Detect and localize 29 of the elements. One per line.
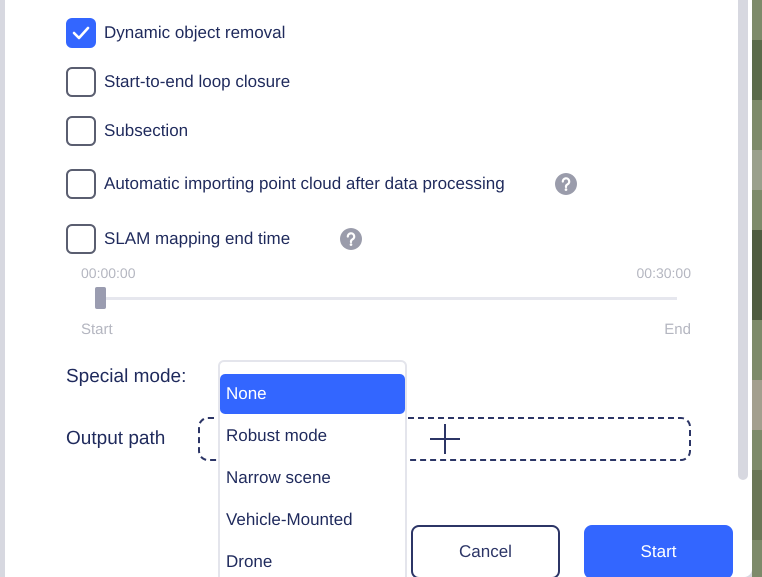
- dropdown-item[interactable]: Vehicle-Mounted: [220, 500, 405, 540]
- help-icon[interactable]: [340, 228, 362, 250]
- checkbox[interactable]: [66, 18, 96, 48]
- option-label: Subsection: [104, 120, 188, 142]
- start-button[interactable]: Start: [584, 525, 733, 577]
- special-mode-label: Special mode:: [66, 364, 186, 388]
- end-label: End: [664, 320, 691, 340]
- option-label: SLAM mapping end time: [104, 228, 290, 250]
- help-icon[interactable]: [554, 173, 577, 195]
- dropdown-item[interactable]: Drone: [220, 542, 405, 577]
- option-label: Dynamic object removal: [104, 22, 286, 44]
- end-time: 00:30:00: [636, 264, 691, 283]
- dropdown-item[interactable]: Narrow scene: [220, 458, 405, 498]
- checkbox[interactable]: [66, 169, 96, 199]
- checkbox[interactable]: [66, 224, 96, 254]
- output-path-label: Output path: [66, 426, 166, 451]
- cancel-button[interactable]: Cancel: [411, 525, 560, 577]
- option-label: Automatic importing point cloud after data processing: [104, 173, 505, 196]
- dropdown-item[interactable]: None: [220, 374, 405, 414]
- start-time: 00:00:00: [81, 264, 136, 283]
- dropdown-item[interactable]: Robust mode: [220, 416, 405, 456]
- checkbox[interactable]: [66, 67, 96, 97]
- slider-thumb[interactable]: [95, 287, 106, 309]
- start-label: Start: [81, 320, 113, 340]
- checkbox[interactable]: [66, 116, 96, 146]
- scrollbar-thumb[interactable]: [738, 0, 748, 480]
- plus-icon: [428, 423, 460, 455]
- check-icon: [72, 26, 90, 40]
- option-label: Start-to-end loop closure: [104, 71, 290, 94]
